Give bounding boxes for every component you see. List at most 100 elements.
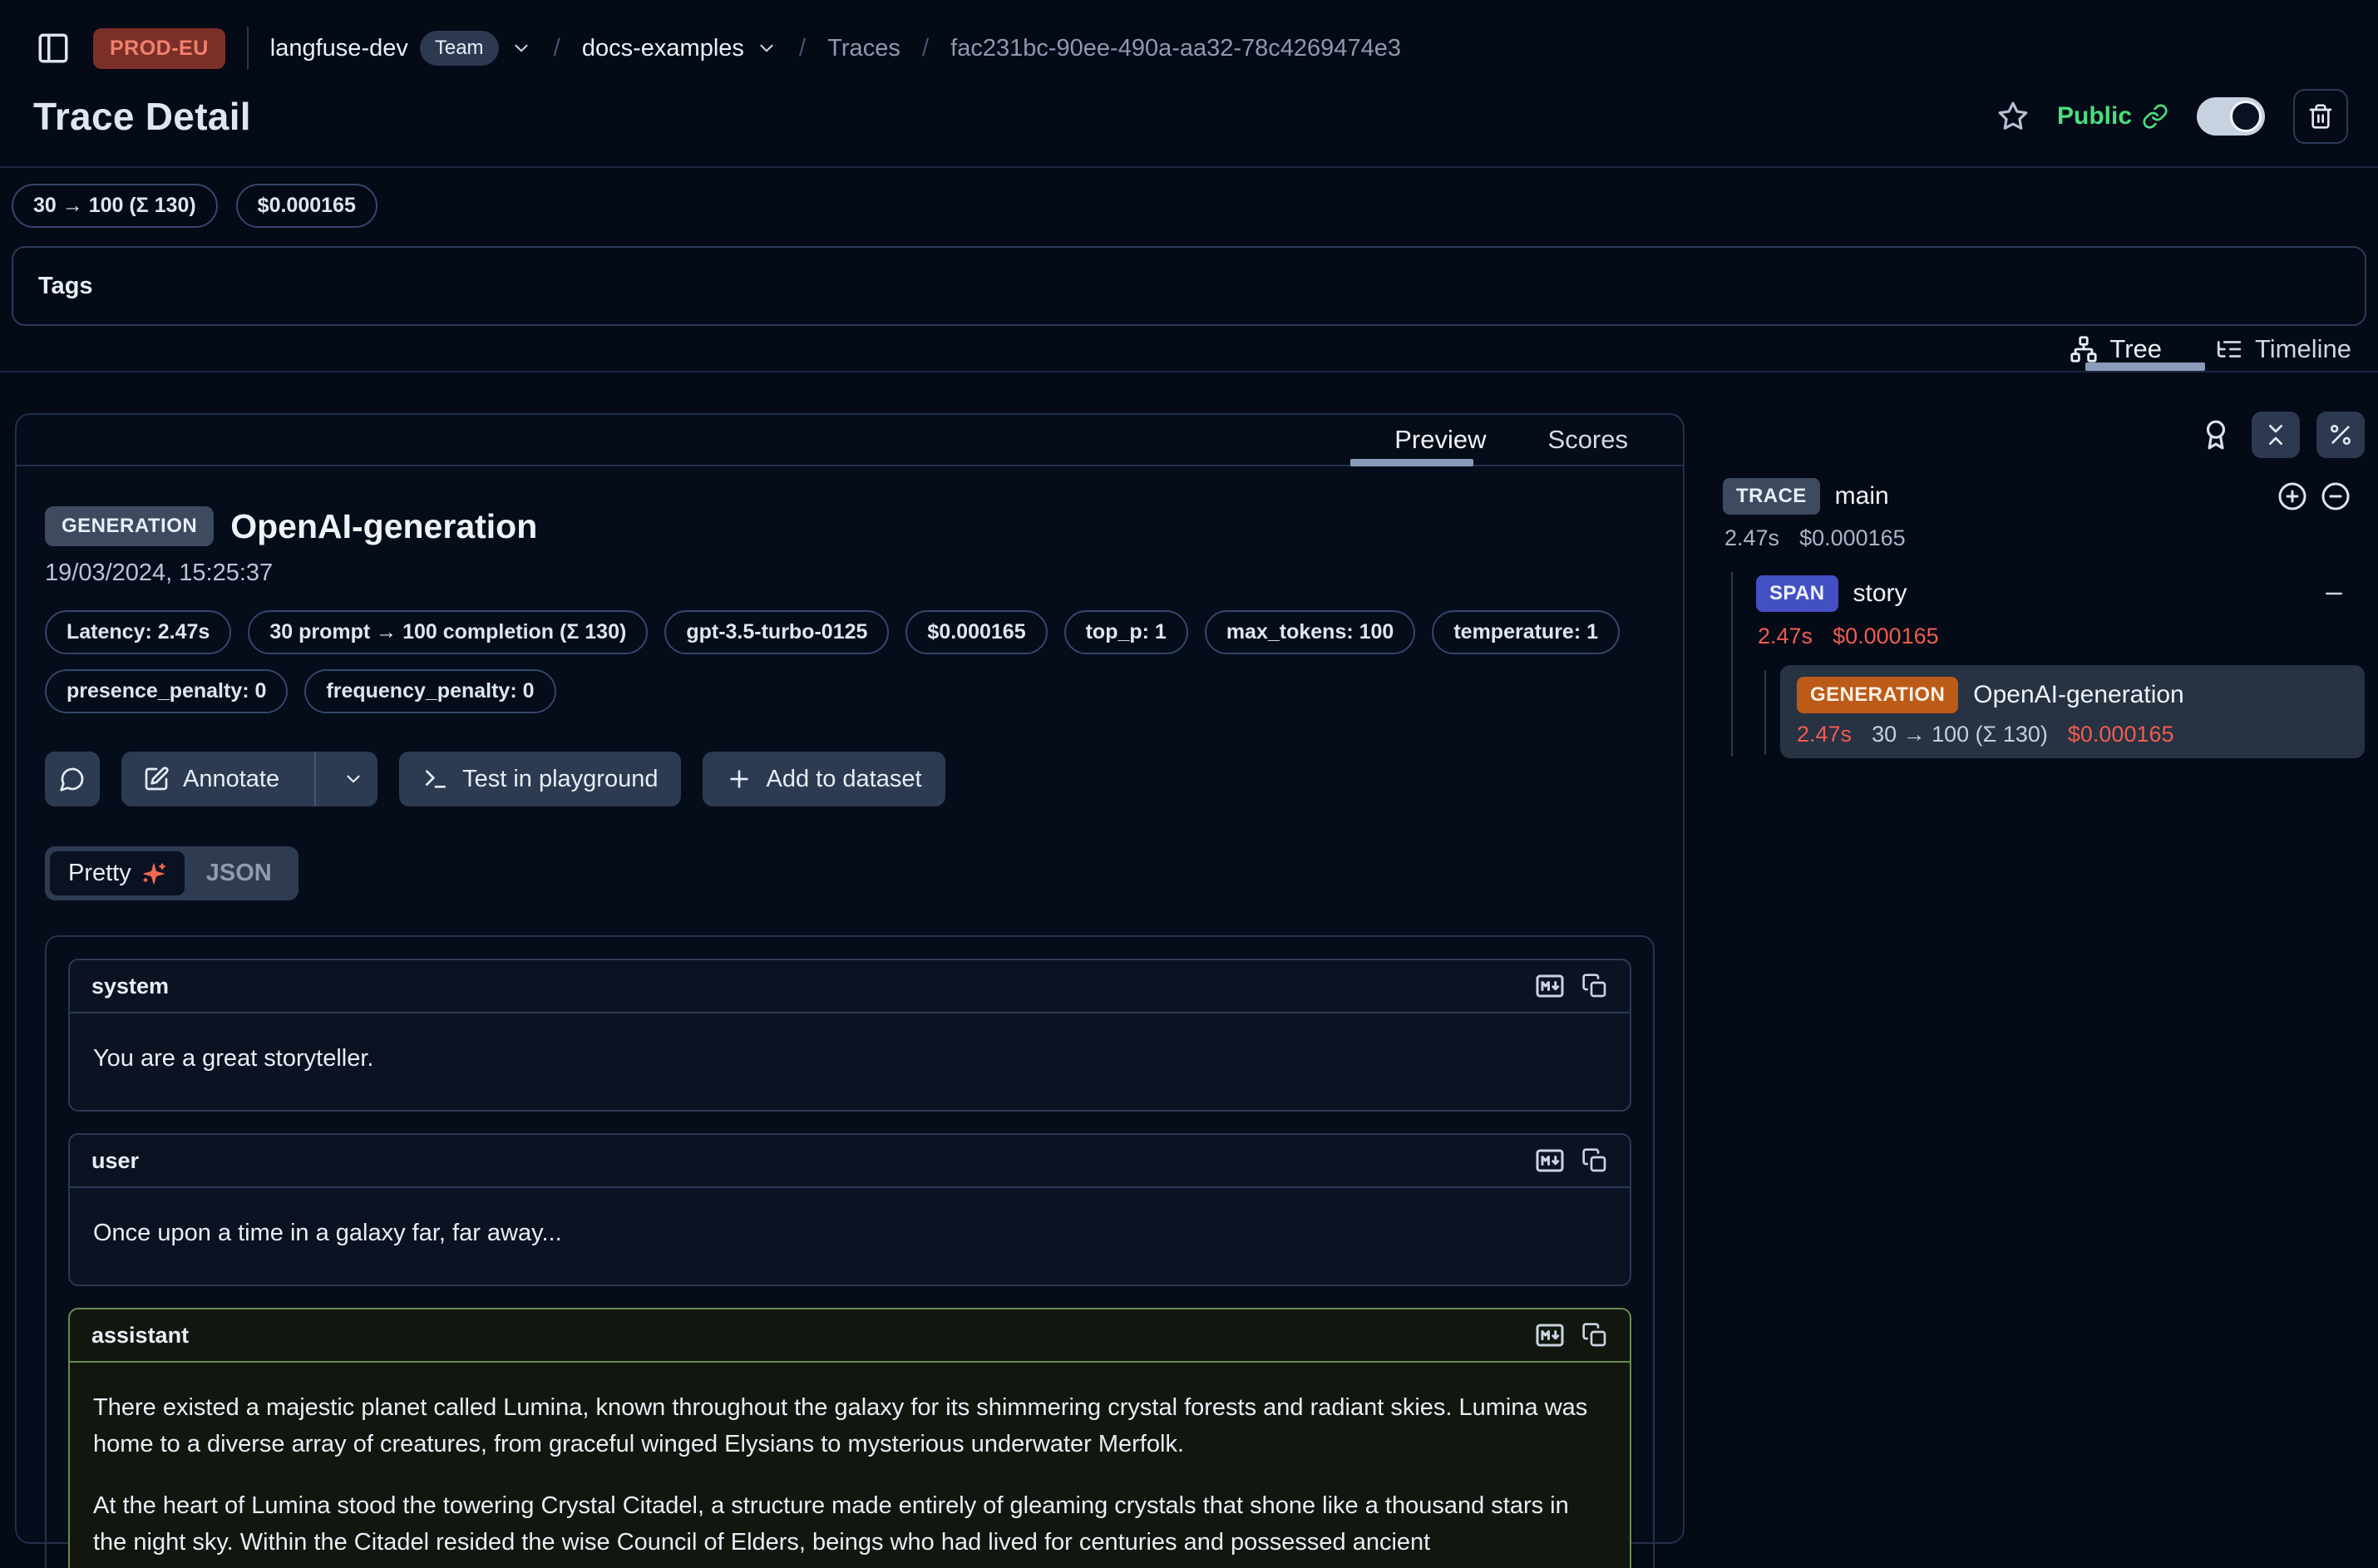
markdown-toggle-icon[interactable]	[1535, 1320, 1565, 1350]
bookmark-star-button[interactable]	[1997, 101, 2029, 132]
annotate-label: Annotate	[183, 766, 279, 793]
tab-scores[interactable]: Scores	[1548, 425, 1628, 455]
top-p-pill: top_p: 1	[1064, 610, 1188, 654]
circle-plus-icon[interactable]	[2277, 481, 2307, 511]
section-label[interactable]: Traces	[827, 35, 900, 62]
annotate-dropdown-button[interactable]	[329, 752, 377, 806]
comment-button[interactable]	[45, 752, 100, 806]
span-cost: $0.000165	[1833, 624, 1939, 649]
message-assistant: assistant There existed a majestic plane…	[68, 1308, 1631, 1568]
observation-actions: Annotate Test in playground Add to datas…	[45, 752, 1655, 806]
breadcrumb: PROD-EU langfuse-dev Team / docs-example…	[35, 22, 2345, 75]
observation-pills-row2: presence_penalty: 0 frequency_penalty: 0	[45, 669, 1655, 713]
chevrons-down-up-icon	[2262, 422, 2289, 448]
sparkles-icon	[141, 861, 166, 886]
copy-icon[interactable]	[1581, 1147, 1608, 1174]
copy-icon[interactable]	[1581, 973, 1608, 999]
markdown-toggle-icon[interactable]	[1535, 1146, 1565, 1176]
comment-icon	[59, 766, 86, 792]
chevron-down-icon	[343, 768, 364, 790]
tabs-divider	[0, 371, 2378, 372]
tags-label: Tags	[38, 273, 93, 300]
org-name[interactable]: langfuse-dev	[270, 35, 408, 62]
message-header-icons	[1535, 971, 1608, 1001]
markdown-toggle-icon[interactable]	[1535, 971, 1565, 1001]
trace-cost: $0.000165	[1799, 525, 1906, 551]
tab-preview[interactable]: Preview	[1394, 425, 1486, 455]
format-json-segment[interactable]: JSON	[185, 851, 294, 895]
breadcrumb-section[interactable]: Traces	[827, 35, 900, 62]
terminal-icon	[422, 766, 449, 792]
tree-toolbar	[2200, 412, 2365, 458]
cost-pill: $0.000165	[905, 610, 1047, 654]
assistant-paragraph-2: At the heart of Lumina stood the towerin…	[93, 1487, 1606, 1561]
tree-connector-line	[1731, 572, 1733, 757]
observation-panel: Preview Scores GENERATION OpenAI-generat…	[15, 413, 1685, 1544]
trace-type-badge: TRACE	[1723, 478, 1820, 515]
environment-badge: PROD-EU	[93, 28, 225, 69]
generation-tokens: 30 → 100 (Σ 130)	[1872, 722, 2048, 747]
public-toggle[interactable]	[2197, 97, 2265, 136]
playground-label: Test in playground	[462, 766, 658, 793]
tree-tab-label: Tree	[2109, 334, 2162, 364]
project-name[interactable]: docs-examples	[582, 35, 744, 62]
span-metrics: 2.47s $0.000165	[1758, 624, 1939, 649]
page-header: Trace Detail Public	[33, 81, 2348, 151]
breadcrumb-separator: /	[922, 34, 929, 62]
award-ribbon-icon	[2200, 419, 2232, 451]
copy-icon[interactable]	[1581, 1322, 1608, 1349]
toggle-percent-button[interactable]	[2316, 412, 2365, 458]
sidebar-toggle-button[interactable]	[35, 30, 72, 67]
message-header-icons	[1535, 1146, 1608, 1176]
minus-icon	[2321, 581, 2346, 606]
panel-left-icon	[36, 31, 71, 66]
breadcrumb-trace-id: fac231bc-90ee-490a-aa32-78c4269474e3	[950, 35, 1401, 62]
message-content: Once upon a time in a galaxy far, far aw…	[70, 1188, 1630, 1284]
add-to-dataset-button[interactable]: Add to dataset	[703, 752, 945, 806]
tab-timeline[interactable]: Timeline	[2215, 334, 2351, 364]
generation-type-badge: GENERATION	[1797, 677, 1958, 713]
tags-section[interactable]: Tags	[12, 246, 2366, 326]
star-icon	[1997, 101, 2029, 132]
annotate-button[interactable]: Annotate	[121, 752, 301, 806]
timeline-tab-label: Timeline	[2255, 334, 2351, 364]
trace-metrics: 2.47s $0.000165	[1724, 525, 1906, 551]
header-divider	[0, 166, 2378, 168]
generation-name: OpenAI-generation	[1973, 681, 2184, 709]
collapse-node-button[interactable]	[2321, 581, 2346, 606]
chevron-down-icon[interactable]	[511, 37, 532, 59]
add-to-dataset-label: Add to dataset	[766, 766, 921, 793]
circle-minus-icon[interactable]	[2321, 481, 2351, 511]
message-role: system	[91, 974, 169, 999]
trace-tree-panel: TRACE main 2.47s $0.000165 SPAN story 2.…	[1723, 407, 2365, 1156]
annotation-queue-button[interactable]	[2200, 419, 2232, 451]
breadcrumb-project[interactable]: docs-examples	[582, 35, 777, 62]
pretty-label: Pretty	[68, 860, 131, 887]
messages-container: system You are a great storyteller. user	[45, 935, 1655, 1568]
tree-node-trace[interactable]: TRACE main	[1723, 478, 2351, 515]
format-pretty-segment[interactable]: Pretty	[50, 851, 185, 895]
test-in-playground-button[interactable]: Test in playground	[399, 752, 681, 806]
message-role: assistant	[91, 1323, 189, 1349]
temperature-pill: temperature: 1	[1432, 610, 1620, 654]
plus-icon	[726, 766, 752, 792]
tree-node-generation-selected[interactable]: GENERATION OpenAI-generation 2.47s 30 → …	[1780, 665, 2365, 758]
trace-name: main	[1835, 482, 1889, 510]
toggle-knob	[2230, 101, 2262, 132]
breadcrumb-org[interactable]: langfuse-dev Team	[270, 31, 532, 66]
breadcrumb-separator: /	[554, 34, 560, 62]
model-pill: gpt-3.5-turbo-0125	[664, 610, 889, 654]
active-tab-indicator	[2085, 362, 2205, 371]
percent-icon	[2327, 422, 2354, 448]
tokens-pill: 30 prompt → 100 completion (Σ 130)	[248, 610, 648, 654]
chevron-down-icon[interactable]	[756, 37, 777, 59]
message-header: assistant	[70, 1309, 1630, 1363]
preview-tab-indicator	[1350, 459, 1473, 466]
observation-title-row: GENERATION OpenAI-generation	[45, 506, 1655, 546]
trace-latency: 2.47s	[1724, 525, 1779, 551]
tab-tree[interactable]: Tree	[2070, 334, 2162, 364]
public-share-link[interactable]: Public	[2057, 102, 2168, 131]
collapse-all-button[interactable]	[2252, 412, 2300, 458]
delete-trace-button[interactable]	[2293, 89, 2348, 144]
tree-node-span[interactable]: SPAN story	[1756, 575, 2346, 612]
